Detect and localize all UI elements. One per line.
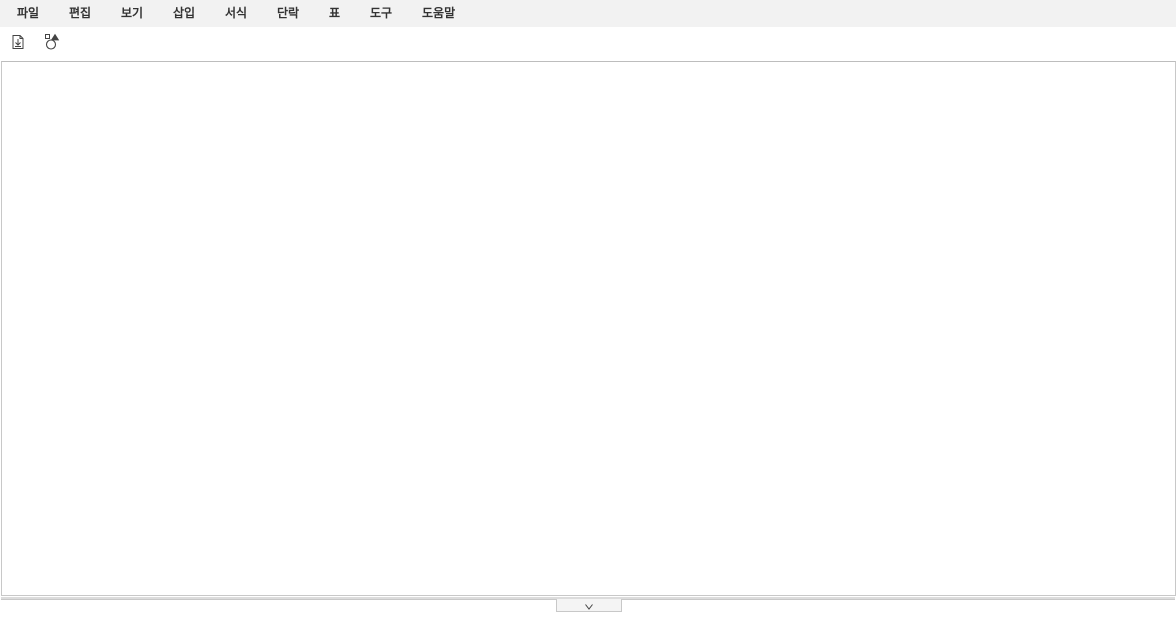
editor-app: 파일 편집 보기 삽입 서식 단락 표 도구 도움말 bbox=[0, 0, 1176, 617]
document-editor-area[interactable] bbox=[1, 61, 1176, 596]
menu-view[interactable]: 보기 bbox=[121, 0, 143, 27]
import-document-icon bbox=[10, 34, 26, 54]
menu-help[interactable]: 도움말 bbox=[422, 0, 455, 27]
import-document-button[interactable] bbox=[7, 33, 29, 55]
chevron-down-icon bbox=[584, 596, 594, 615]
menu-format[interactable]: 서식 bbox=[225, 0, 247, 27]
menu-tools[interactable]: 도구 bbox=[370, 0, 392, 27]
menu-file[interactable]: 파일 bbox=[17, 0, 39, 27]
toolbar bbox=[0, 27, 1176, 61]
collapse-toggle-button[interactable] bbox=[556, 599, 622, 612]
menu-table[interactable]: 표 bbox=[329, 0, 340, 27]
menu-edit[interactable]: 편집 bbox=[69, 0, 91, 27]
menu-insert[interactable]: 삽입 bbox=[173, 0, 195, 27]
menu-bar: 파일 편집 보기 삽입 서식 단락 표 도구 도움말 bbox=[0, 0, 1176, 27]
menu-paragraph[interactable]: 단락 bbox=[277, 0, 299, 27]
shapes-button[interactable] bbox=[41, 33, 63, 55]
shapes-icon bbox=[43, 33, 61, 55]
